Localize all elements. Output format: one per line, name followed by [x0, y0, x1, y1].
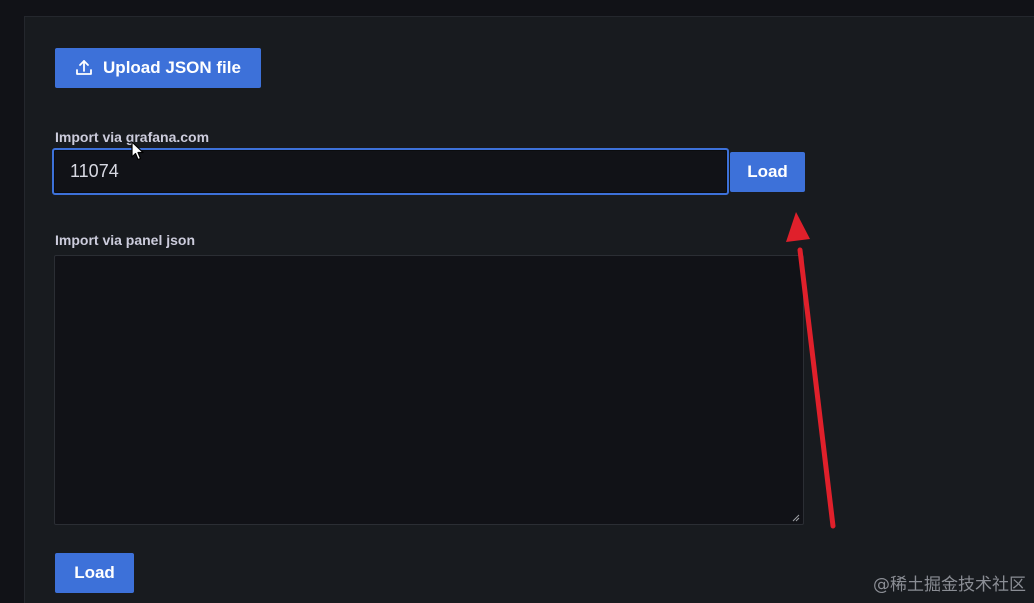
- upload-icon: [75, 59, 93, 77]
- panel-json-textarea[interactable]: [54, 255, 804, 525]
- upload-json-button[interactable]: Upload JSON file: [55, 48, 261, 88]
- page: Upload JSON file Import via grafana.com …: [0, 0, 1034, 603]
- watermark: @稀土掘金技术社区: [873, 575, 1026, 595]
- load-grafana-button[interactable]: Load: [730, 152, 805, 192]
- import-panel: Upload JSON file Import via grafana.com …: [24, 16, 1034, 603]
- load-json-button[interactable]: Load: [55, 553, 134, 593]
- grafana-id-input[interactable]: [52, 148, 729, 195]
- panel-json-label: Import via panel json: [55, 232, 196, 248]
- red-arrow-annotation: [786, 212, 836, 529]
- mouse-cursor-icon: [131, 141, 144, 161]
- upload-json-label: Upload JSON file: [103, 58, 241, 77]
